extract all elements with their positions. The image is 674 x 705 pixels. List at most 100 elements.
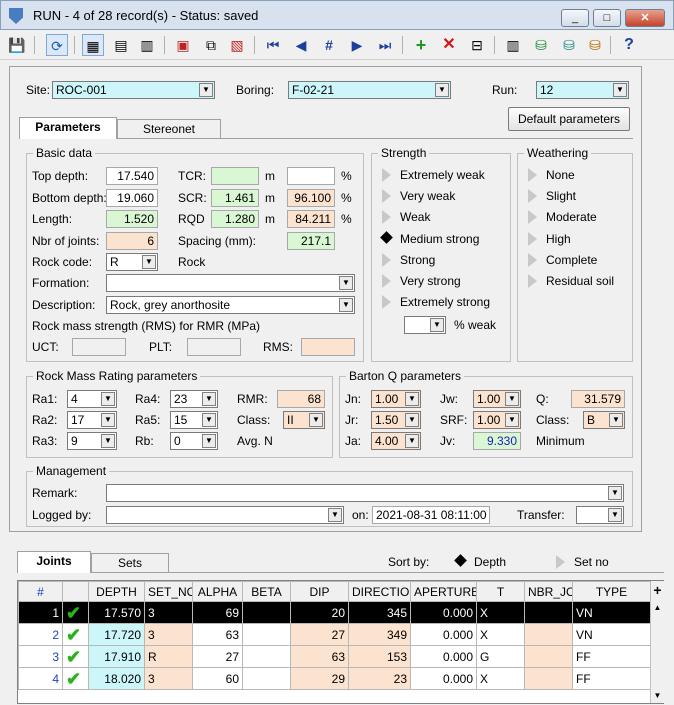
ra4-select[interactable]: 23 ▼ bbox=[170, 390, 218, 408]
default-parameters-button[interactable]: Default parameters bbox=[508, 107, 630, 131]
ja-select[interactable]: 4.00 ▼ bbox=[371, 432, 421, 450]
radio-arrow-icon bbox=[382, 168, 391, 182]
duplicate-icon[interactable]: ⊟ bbox=[466, 34, 488, 56]
site-select[interactable]: ROC-001 ▼ bbox=[52, 81, 215, 99]
sort-set-option[interactable]: Set no bbox=[556, 553, 636, 571]
tab-stereonet[interactable]: Stereonet bbox=[117, 119, 221, 139]
rqd-percent-unit: % bbox=[341, 212, 352, 226]
app-icon bbox=[9, 8, 23, 24]
grid-vertical-scrollbar[interactable]: ▲ ▼ bbox=[650, 601, 664, 703]
next-record-icon[interactable]: ▶ bbox=[346, 34, 368, 56]
minimize-button[interactable]: _ bbox=[561, 9, 589, 27]
radio-arrow-icon bbox=[528, 253, 537, 267]
ra3-label: Ra3: bbox=[32, 434, 58, 448]
transfer-select[interactable]: ▼ bbox=[576, 506, 624, 524]
q-class-select[interactable]: B ▼ bbox=[583, 411, 625, 429]
weathering-title: Weathering bbox=[524, 146, 592, 160]
tab-joints[interactable]: Joints bbox=[17, 551, 91, 573]
add-column-button[interactable]: + bbox=[650, 581, 664, 601]
col-header-alpha[interactable]: ALPHA bbox=[192, 581, 243, 602]
maximize-button[interactable]: □ bbox=[593, 9, 621, 27]
ra2-select[interactable]: 17 ▼ bbox=[67, 411, 117, 429]
refresh-icon[interactable]: ⟳ bbox=[46, 34, 68, 56]
detail-view-icon[interactable]: ▥ bbox=[136, 34, 158, 56]
run-label: Run: bbox=[492, 83, 518, 97]
run-select[interactable]: 12 ▼ bbox=[536, 81, 629, 99]
rmr-class-select[interactable]: II ▼ bbox=[283, 411, 325, 429]
tab-parameters[interactable]: Parameters bbox=[19, 117, 117, 139]
uct-field bbox=[72, 338, 126, 356]
chevron-down-icon: ▼ bbox=[613, 83, 627, 97]
delete-record-icon[interactable]: ✕ bbox=[438, 34, 460, 56]
col-header-direction[interactable]: DIRECTION bbox=[348, 581, 411, 602]
tab-sets[interactable]: Sets bbox=[91, 553, 169, 573]
save-icon[interactable]: 💾 bbox=[6, 34, 28, 56]
table-row[interactable]: 1 ✔ 17.570 3 69 20 345 0.000 X VN bbox=[18, 601, 651, 624]
col-header-beta[interactable]: BETA bbox=[242, 581, 291, 602]
first-record-icon[interactable]: ⏮ bbox=[262, 34, 284, 56]
delete-table-icon[interactable]: ▧ bbox=[226, 34, 248, 56]
ra3-select[interactable]: 9 ▼ bbox=[67, 432, 117, 450]
col-header-nbr-jo[interactable]: NBR_JO bbox=[524, 581, 573, 602]
jn-select[interactable]: 1.00 ▼ bbox=[371, 390, 421, 408]
sort-depth-option[interactable]: Depth bbox=[454, 553, 536, 571]
copy-icon[interactable]: ⧉ bbox=[200, 34, 222, 56]
description-select[interactable]: Rock, grey anorthosite ▼ bbox=[106, 296, 355, 314]
database-export-icon[interactable]: ⛁ bbox=[558, 34, 580, 56]
col-header-set-no[interactable]: SET_NO bbox=[144, 581, 193, 602]
report-icon[interactable]: ▥ bbox=[502, 34, 524, 56]
chevron-down-icon: ▼ bbox=[405, 434, 419, 448]
rqd-unit: m bbox=[265, 212, 275, 226]
boring-select[interactable]: F-02-21 ▼ bbox=[288, 81, 451, 99]
col-header-depth[interactable]: DEPTH bbox=[88, 581, 145, 602]
joints-grid: # DEPTH SET_NO ALPHA BETA DIP DIRECTION … bbox=[17, 580, 664, 704]
rms-title: Rock mass strength (RMS) for RMR (MPa) bbox=[32, 319, 261, 333]
close-button[interactable]: ✕ bbox=[625, 9, 665, 27]
barton-title: Barton Q parameters bbox=[346, 369, 465, 383]
formation-select[interactable]: ▼ bbox=[106, 274, 355, 292]
radio-arrow-icon bbox=[528, 232, 537, 246]
table-row[interactable]: 3 ✔ 17.910 R 27 63 153 0.000 G FF bbox=[18, 645, 651, 668]
nbr-joints-field: 6 bbox=[106, 232, 158, 250]
form-view-icon[interactable]: ▦ bbox=[82, 34, 104, 56]
add-record-icon[interactable]: + bbox=[410, 34, 432, 56]
rb-select[interactable]: 0 ▼ bbox=[170, 432, 218, 450]
help-icon[interactable]: ? bbox=[618, 34, 640, 56]
chevron-down-icon: ▼ bbox=[101, 434, 115, 448]
radio-selected-icon bbox=[380, 231, 393, 244]
logged-on-field[interactable]: 2021-08-31 08:11:00 bbox=[372, 506, 490, 524]
table-row[interactable]: 4 ✔ 18.020 3 60 29 23 0.000 X FF bbox=[18, 667, 651, 690]
table-row[interactable]: 2 ✔ 17.720 3 63 27 349 0.000 X VN bbox=[18, 623, 651, 646]
col-header-number[interactable]: # bbox=[18, 581, 63, 602]
print-icon[interactable]: ▣ bbox=[172, 34, 194, 56]
scr-unit: m bbox=[265, 191, 275, 205]
remark-select[interactable]: ▼ bbox=[106, 484, 624, 502]
col-header-dip[interactable]: DIP bbox=[290, 581, 349, 602]
weak-percent-select[interactable]: ▼ bbox=[404, 316, 446, 334]
jw-select[interactable]: 1.00 ▼ bbox=[473, 390, 521, 408]
col-header-aperture[interactable]: APERTURE bbox=[410, 581, 477, 602]
tcr-percent-field[interactable] bbox=[287, 167, 335, 185]
top-depth-field[interactable]: 17.540 bbox=[106, 167, 158, 185]
database-import-icon[interactable]: ⛁ bbox=[584, 34, 606, 56]
jr-select[interactable]: 1.50 ▼ bbox=[371, 411, 421, 429]
ra1-select[interactable]: 4 ▼ bbox=[67, 390, 117, 408]
ra5-select[interactable]: 15 ▼ bbox=[170, 411, 218, 429]
chevron-down-icon: ▼ bbox=[328, 508, 342, 522]
database-icon[interactable]: ⛁ bbox=[530, 34, 552, 56]
chevron-down-icon: ▼ bbox=[339, 276, 353, 290]
previous-record-icon[interactable]: ◀ bbox=[290, 34, 312, 56]
rqd-field: 1.280 bbox=[211, 210, 259, 228]
col-header-status[interactable] bbox=[62, 581, 89, 602]
grid-view-icon[interactable]: ▤ bbox=[110, 34, 132, 56]
srf-select[interactable]: 1.00 ▼ bbox=[473, 411, 521, 429]
last-record-icon[interactable]: ⏭ bbox=[374, 34, 396, 56]
col-header-t[interactable]: T bbox=[476, 581, 525, 602]
logged-by-select[interactable]: ▼ bbox=[106, 506, 344, 524]
rock-code-select[interactable]: R ▼ bbox=[106, 253, 158, 271]
bottom-depth-field[interactable]: 19.060 bbox=[106, 189, 158, 207]
jr-label: Jr: bbox=[345, 413, 359, 427]
col-header-type[interactable]: TYPE bbox=[572, 581, 651, 602]
chevron-down-icon: ▼ bbox=[101, 392, 115, 406]
goto-record-icon[interactable]: # bbox=[318, 34, 340, 56]
